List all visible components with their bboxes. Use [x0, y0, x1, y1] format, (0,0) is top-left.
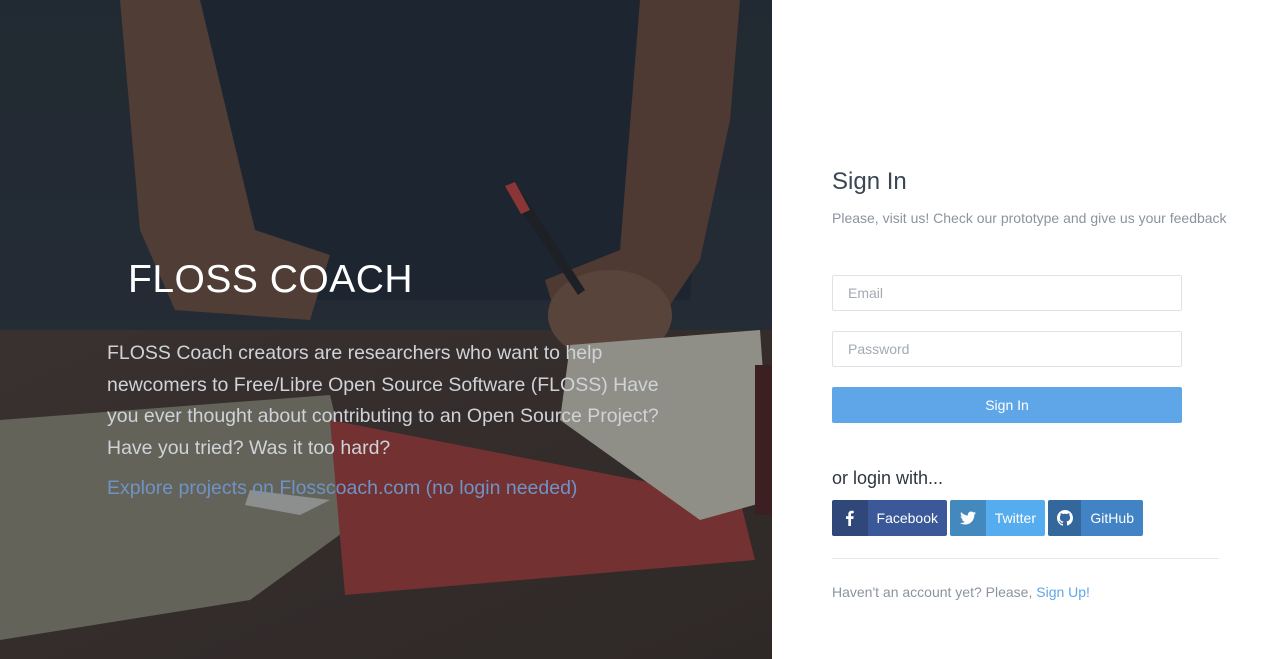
divider [832, 558, 1219, 559]
password-field[interactable] [832, 331, 1182, 367]
signup-prompt-text: Haven't an account yet? Please, [832, 584, 1037, 600]
hero-panel: FLOSS COACH FLOSS Coach creators are res… [0, 0, 772, 659]
signin-subtitle: Please, visit us! Check our prototype an… [832, 210, 1227, 226]
github-icon [1048, 500, 1082, 536]
signin-button[interactable]: Sign In [832, 387, 1182, 423]
signup-prompt: Haven't an account yet? Please, Sign Up! [832, 584, 1090, 600]
signin-panel: Sign In Please, visit us! Check our prot… [772, 0, 1271, 659]
twitter-icon [950, 500, 986, 536]
hero-title: FLOSS COACH [128, 258, 414, 301]
social-login-title: or login with... [832, 468, 944, 488]
facebook-label: Facebook [876, 510, 938, 526]
facebook-icon [832, 500, 868, 536]
hero-overlay [0, 0, 772, 659]
signin-title: Sign In [832, 168, 907, 195]
hero-description: FLOSS Coach creators are researchers who… [107, 342, 659, 459]
github-label: GitHub [1090, 510, 1134, 526]
explore-projects-link[interactable]: Explore projects on Flosscoach.com (no l… [107, 477, 577, 500]
signup-link[interactable]: Sign Up! [1036, 584, 1090, 600]
email-field[interactable] [832, 275, 1182, 311]
twitter-label: Twitter [994, 510, 1036, 526]
twitter-login-button[interactable]: Twitter [950, 500, 1045, 536]
facebook-login-button[interactable]: Facebook [832, 500, 947, 536]
github-login-button[interactable]: GitHub [1048, 500, 1143, 536]
